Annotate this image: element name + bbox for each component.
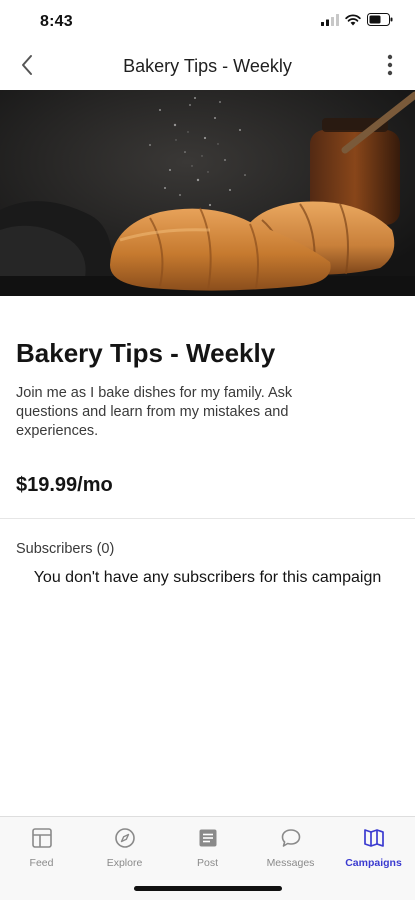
section-divider	[0, 518, 415, 519]
tab-post[interactable]: Post	[166, 823, 249, 873]
page-title: Bakery Tips - Weekly	[123, 56, 292, 76]
status-bar: 8:43	[0, 0, 415, 44]
campaign-description: Join me as I bake dishes for my family. …	[16, 385, 293, 439]
tab-messages-label: Messages	[266, 857, 315, 869]
campaign-title: Bakery Tips - Weekly	[16, 338, 276, 368]
home-indicator	[134, 886, 282, 891]
post-icon	[195, 825, 221, 851]
signal-icon	[321, 13, 339, 31]
compass-icon	[112, 825, 138, 851]
battery-icon	[367, 13, 393, 31]
tab-explore[interactable]: Explore	[83, 823, 166, 873]
wifi-icon	[345, 13, 361, 31]
nav-bar: Bakery Tips - Weekly	[0, 44, 415, 90]
chat-bubble-icon	[278, 825, 304, 851]
campaigns-icon	[361, 825, 387, 851]
tab-explore-label: Explore	[106, 857, 143, 869]
feed-icon	[29, 825, 55, 851]
tab-post-label: Post	[196, 857, 218, 869]
status-icons	[321, 13, 393, 31]
status-time: 8:43	[40, 13, 73, 30]
tab-campaigns[interactable]: Campaigns	[332, 823, 415, 873]
more-vertical-icon	[387, 54, 393, 81]
tab-campaigns-label: Campaigns	[345, 857, 402, 869]
campaign-cover-image	[0, 90, 415, 296]
tab-feed[interactable]: Feed	[0, 823, 83, 873]
tab-feed-label: Feed	[29, 857, 54, 869]
subscribers-count-label: Subscribers (0)	[16, 541, 115, 557]
tab-messages[interactable]: Messages	[249, 823, 332, 873]
campaign-price: $19.99/mo	[16, 474, 113, 496]
more-options-button[interactable]	[379, 52, 401, 82]
subscribers-empty-message: You don't have any subscribers for this …	[33, 569, 382, 586]
